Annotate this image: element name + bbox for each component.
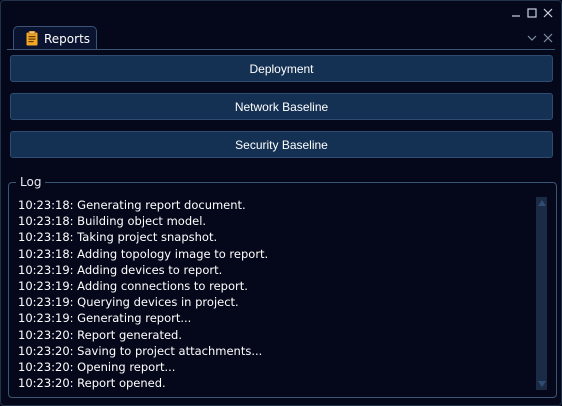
log-scrollbar[interactable]: [536, 197, 547, 390]
chevron-down-icon[interactable]: [525, 31, 539, 45]
tab-strip-divider: [7, 49, 555, 50]
log-line: 10:23:18: Building object model.: [18, 214, 207, 229]
tab-reports[interactable]: Reports: [13, 26, 97, 50]
log-line: 10:23:20: Report opened.: [18, 376, 166, 391]
network-baseline-button[interactable]: Network Baseline: [10, 93, 553, 120]
tab-label: Reports: [44, 31, 91, 46]
log-title: Log: [16, 174, 46, 190]
close-tab-icon[interactable]: [541, 31, 555, 45]
log-line: 10:23:20: Saving to project attachments.…: [18, 343, 263, 358]
log-line: 10:23:19: Adding connections to report.: [18, 279, 248, 294]
security-baseline-button[interactable]: Security Baseline: [10, 131, 553, 158]
maximize-icon[interactable]: [525, 6, 539, 20]
scroll-down-icon[interactable]: [538, 381, 546, 387]
clipboard-icon: [25, 31, 39, 47]
reports-window: Reports Deployment Network Baseline Secu…: [0, 0, 562, 406]
log-line: 10:23:19: Generating report...: [18, 311, 192, 326]
log-line: 10:23:18: Generating report document.: [18, 198, 246, 212]
log-line: 10:23:19: Adding devices to report.: [18, 262, 223, 277]
window-controls: [509, 6, 555, 20]
log-group: Log 10:23:18: Generating report document…: [8, 174, 557, 398]
deployment-button[interactable]: Deployment: [10, 55, 553, 82]
log-line: 10:23:19: Querying devices in project.: [18, 295, 239, 310]
close-icon[interactable]: [541, 6, 555, 20]
scroll-up-icon[interactable]: [538, 200, 546, 206]
log-line: 10:23:18: Adding topology image to repor…: [18, 246, 269, 261]
log-text-area[interactable]: 10:23:18: Generating report document. 10:…: [18, 197, 528, 391]
log-line: 10:23:20: Report generated.: [18, 327, 183, 342]
minimize-icon[interactable]: [509, 6, 523, 20]
log-line: 10:23:18: Taking project snapshot.: [18, 230, 218, 245]
tab-strip-controls: [525, 31, 555, 45]
log-line: 10:23:20: Opening report...: [18, 360, 176, 375]
